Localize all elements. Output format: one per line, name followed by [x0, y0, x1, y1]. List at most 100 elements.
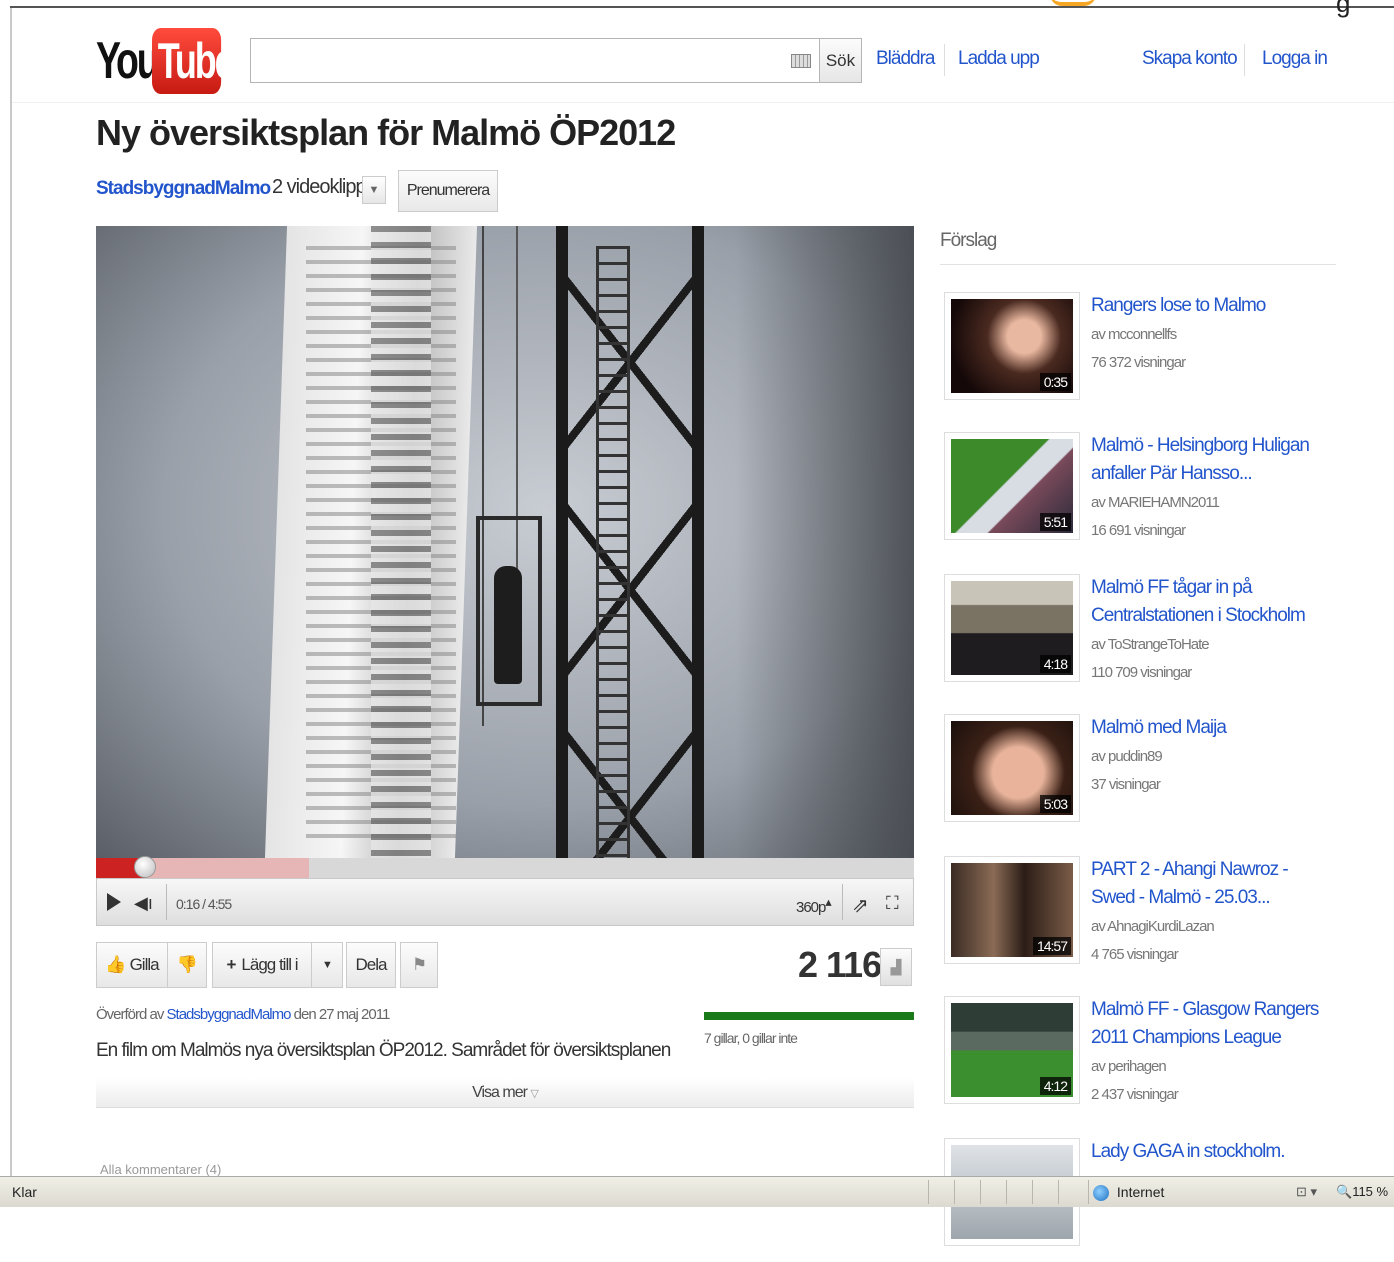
stats-button[interactable]: ▟	[880, 948, 912, 986]
dislike-button[interactable]: 👎	[167, 942, 207, 988]
upload-date: den 27 maj 2011	[293, 1006, 391, 1023]
zone-label: Internet	[1116, 1184, 1165, 1200]
globe-icon	[1093, 1185, 1109, 1202]
show-more-button[interactable]: Visa mer ▽	[96, 1078, 914, 1108]
status-panel	[928, 1180, 954, 1204]
share-button[interactable]: Dela	[346, 942, 396, 988]
video-thumbnail[interactable]: 5:03	[944, 714, 1080, 822]
controls-divider	[166, 884, 167, 920]
youtube-logo[interactable]: You Tube	[96, 26, 248, 96]
nav-browse-link[interactable]: Bläddra	[876, 48, 935, 70]
quality-button[interactable]: 360p▴	[796, 894, 832, 916]
upload-info: Överförd av StadsbyggnadMalmo den 27 maj…	[96, 1006, 391, 1023]
suggestion-item[interactable]: 4:18 Malmö FF tågar in på Centralstatione…	[944, 574, 1344, 698]
show-more-label: Visa mer	[472, 1084, 528, 1101]
thumbnail-image: 4:12	[951, 1003, 1073, 1097]
flag-icon: ⚑	[411, 955, 427, 974]
nav-divider	[944, 44, 945, 76]
video-thumbnail[interactable]: 14:57	[944, 856, 1080, 964]
status-panel	[1032, 1180, 1058, 1204]
suggestion-item[interactable]: 5:03 Malmö med Maija av puddin89 37 visning…	[944, 714, 1344, 838]
suggestion-item[interactable]: 14:57 PART 2 - Ahangi Nawroz - Swed - Mal…	[944, 856, 1344, 980]
video-thumbnail[interactable]: 4:18	[944, 574, 1080, 682]
video-frame-tower-core	[371, 226, 431, 858]
suggestion-title[interactable]: Malmö FF tågar in på Centralstationen i …	[1091, 574, 1331, 630]
thumbs-down-icon: 👎	[176, 955, 198, 974]
video-player[interactable]	[96, 226, 914, 858]
add-to-button[interactable]: + Lägg till i	[212, 942, 312, 988]
thumbnail-image: 0:35	[951, 299, 1073, 393]
suggestion-views: 37 visningar	[1091, 776, 1161, 793]
protected-mode-icon[interactable]: ⊡ ▾	[1296, 1184, 1317, 1200]
zoom-level[interactable]: 🔍115 %	[1336, 1184, 1388, 1200]
suggestion-item[interactable]: 4:12 Malmö FF - Glasgow Rangers 2011 Cham…	[944, 996, 1344, 1120]
channel-link[interactable]: StadsbyggnadMalmo	[96, 178, 271, 200]
like-button[interactable]: 👍 Gilla	[96, 942, 168, 988]
likes-text: 7 gillar, 0 gillar inte	[704, 1030, 798, 1046]
video-description: En film om Malmös nya översiktsplan ÖP20…	[96, 1040, 671, 1061]
video-thumbnail[interactable]: 0:35	[944, 292, 1080, 400]
suggestion-author: av mcconnellfs	[1091, 326, 1177, 343]
suggestion-item[interactable]: 5:51 Malmö - Helsingborg Huligan anfaller…	[944, 432, 1344, 556]
suggestion-title[interactable]: Malmö FF - Glasgow Rangers 2011 Champion…	[1091, 996, 1331, 1052]
suggestion-title[interactable]: Malmö - Helsingborg Huligan anfaller Pär…	[1091, 432, 1331, 488]
nav-upload-link[interactable]: Ladda upp	[958, 48, 1040, 70]
fullscreen-icon[interactable]: ⛶	[886, 893, 899, 914]
controls-divider	[842, 884, 843, 920]
thumbnail-duration: 4:18	[1039, 655, 1071, 673]
keyboard-icon[interactable]	[791, 54, 811, 68]
chevron-down-icon: ▼	[322, 959, 333, 971]
suggestion-item[interactable]: 0:35 Rangers lose to Malmo av mcconnellfs 7…	[944, 292, 1344, 416]
thumbnail-image: 14:57	[951, 863, 1073, 957]
thumbs-up-icon: 👍	[105, 955, 126, 974]
search-input[interactable]	[250, 38, 820, 83]
likes-ratio-bar	[704, 1012, 914, 1020]
thumbnail-duration: 0:35	[1039, 373, 1071, 391]
create-account-link[interactable]: Skapa konto	[1142, 48, 1238, 70]
video-thumbnail[interactable]: 5:51	[944, 432, 1080, 540]
header-divider	[12, 102, 1394, 103]
suggestion-title[interactable]: Lady GAGA in stockholm.	[1091, 1138, 1331, 1166]
suggestion-title[interactable]: Rangers lose to Malmo	[1091, 292, 1331, 320]
plus-icon: +	[226, 955, 236, 974]
time-display: 0:16 / 4:55	[176, 896, 232, 912]
video-thumbnail[interactable]: 4:12	[944, 996, 1080, 1104]
add-to-dropdown[interactable]: ▼	[311, 942, 343, 988]
suggestion-views: 110 709 visningar	[1091, 664, 1192, 681]
volume-icon[interactable]: ◀ı	[134, 893, 158, 913]
status-panel	[1006, 1180, 1032, 1204]
sidebar-divider	[940, 264, 1336, 265]
logo-tube-text: Tube	[152, 28, 235, 94]
search-button[interactable]: Sök	[819, 38, 862, 83]
video-frame-shadow	[736, 226, 914, 858]
chevron-down-icon: ▼	[368, 184, 380, 196]
window-left-edge	[10, 8, 12, 1176]
suggestion-author: av puddin89	[1091, 748, 1163, 765]
status-panel	[980, 1180, 1006, 1204]
zoom-label: 115 %	[1352, 1184, 1389, 1199]
quality-label: 360p	[796, 899, 826, 916]
thumbnail-duration: 14:57	[1032, 937, 1071, 955]
status-panel	[1058, 1180, 1084, 1204]
account-divider	[1244, 44, 1245, 76]
suggestion-title[interactable]: PART 2 - Ahangi Nawroz - Swed - Malmö - …	[1091, 856, 1331, 912]
view-count: 2 116	[798, 944, 882, 985]
subscribe-button[interactable]: Prenumerera	[398, 170, 498, 212]
comments-heading: Alla kommentarer (4)	[100, 1162, 222, 1177]
uploader-link[interactable]: StadsbyggnadMalmo	[167, 1006, 292, 1023]
play-icon[interactable]	[107, 893, 121, 911]
suggestion-author: av perihagen	[1091, 1058, 1167, 1075]
progress-scrubber[interactable]	[134, 856, 157, 878]
suggestion-author: av AhnagiKurdiLazan	[1091, 918, 1215, 935]
channel-videos-dropdown[interactable]: ▼	[362, 176, 386, 204]
video-frame-crane	[556, 226, 704, 858]
suggestion-views: 16 691 visningar	[1091, 522, 1186, 539]
suggestion-title[interactable]: Malmö med Maija	[1091, 714, 1331, 742]
popout-icon[interactable]: ⇗	[852, 893, 869, 918]
suggestion-author: av ToStrangeToHate	[1091, 636, 1210, 653]
thumbnail-image: 5:03	[951, 721, 1073, 815]
flag-button[interactable]: ⚑	[400, 942, 438, 988]
security-zone[interactable]: Internet	[1088, 1180, 1288, 1204]
cut-off-text-fragment: g	[1336, 0, 1351, 18]
sign-in-link[interactable]: Logga in	[1262, 48, 1328, 70]
